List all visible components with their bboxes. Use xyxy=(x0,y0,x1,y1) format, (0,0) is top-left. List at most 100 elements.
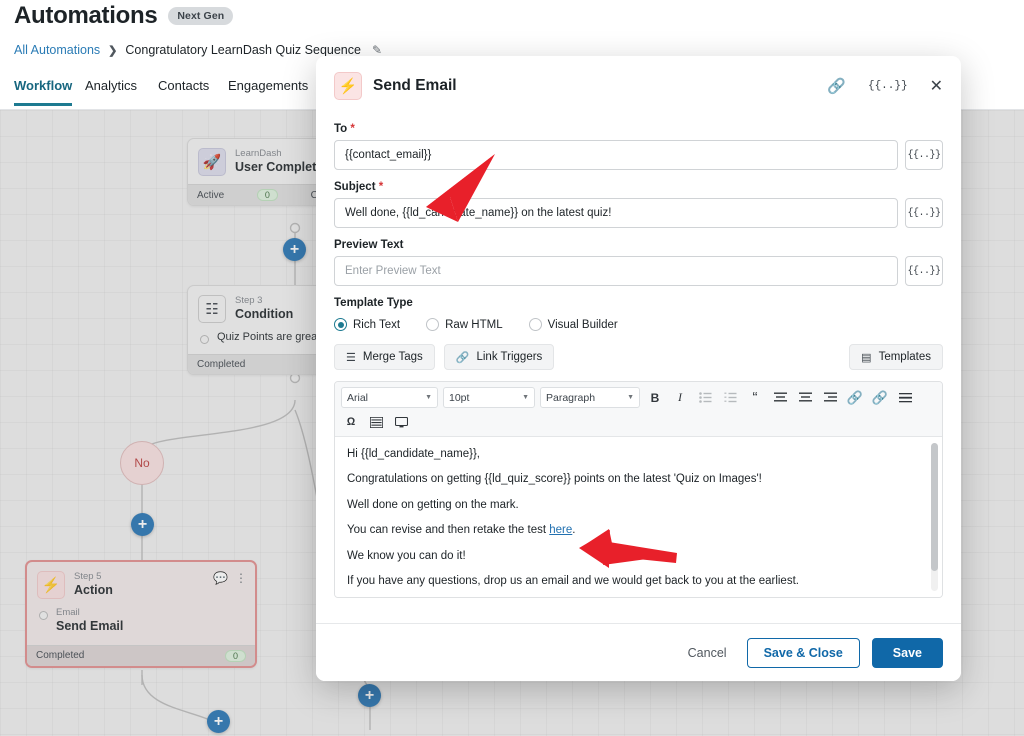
breadcrumb-current: Congratulatory LearnDash Quiz Sequence xyxy=(125,43,361,57)
close-icon[interactable]: ✕ xyxy=(930,76,943,96)
chevron-down-icon: ▼ xyxy=(627,394,634,401)
link-icon[interactable]: 🔗 xyxy=(827,77,846,95)
radio-raw-html[interactable]: Raw HTML xyxy=(426,318,503,331)
bolt-icon: ⚡ xyxy=(334,72,362,100)
chevron-down-icon: ▼ xyxy=(522,394,529,401)
to-field-label: To * xyxy=(334,123,943,135)
line-prefix: You can revise and then retake the test xyxy=(347,524,550,537)
preview-text-input[interactable]: Enter Preview Text xyxy=(334,256,898,286)
editor-action-strip: ☰ Merge Tags 🔗 Link Triggers ▤ Templates xyxy=(334,344,943,370)
link-triggers-button[interactable]: 🔗 Link Triggers xyxy=(443,344,555,370)
radio-label: Rich Text xyxy=(353,318,401,331)
save-close-button[interactable]: Save & Close xyxy=(746,637,860,668)
editor-toolbar-row-1: Arial ▼ 10pt ▼ Paragraph ▼ B I “ 🔗 🔗 xyxy=(341,387,936,408)
font-family-select[interactable]: Arial ▼ xyxy=(341,387,438,408)
app-root: Automations Next Gen All Automations ❯ C… xyxy=(0,0,1024,736)
line-suffix: . xyxy=(572,524,576,537)
templates-label: Templates xyxy=(878,351,931,363)
modal-title: Send Email xyxy=(373,77,457,94)
preview-text-field-row: Enter Preview Text {{..}} xyxy=(334,256,943,286)
breadcrumb-all-automations[interactable]: All Automations xyxy=(14,43,100,57)
chevron-right-icon: ❯ xyxy=(108,44,118,57)
radio-label: Raw HTML xyxy=(445,318,503,331)
bold-icon[interactable]: B xyxy=(645,388,665,408)
email-body-line: We know you can do it! xyxy=(347,549,466,562)
font-size-select[interactable]: 10pt ▼ xyxy=(443,387,535,408)
link-icon: 🔗 xyxy=(455,351,470,364)
subject-input[interactable]: Well done, {{ld_candidate_name}} on the … xyxy=(334,198,898,228)
merge-tags-icon: ☰ xyxy=(346,351,356,364)
bullet-list-icon[interactable] xyxy=(695,388,715,408)
editor-scrollbar-thumb[interactable] xyxy=(931,443,938,571)
editor-toolbar: Arial ▼ 10pt ▼ Paragraph ▼ B I “ 🔗 🔗 Ω xyxy=(335,382,942,437)
required-marker: * xyxy=(347,123,355,135)
save-button[interactable]: Save xyxy=(871,637,943,668)
radio-indicator xyxy=(334,318,347,331)
radio-indicator xyxy=(426,318,440,331)
unlink-icon[interactable]: 🔗 xyxy=(870,388,890,408)
block-format-select[interactable]: Paragraph ▼ xyxy=(540,387,640,408)
to-input[interactable]: {{contact_email}} xyxy=(334,140,898,170)
font-family-value: Arial xyxy=(347,391,369,404)
next-gen-badge: Next Gen xyxy=(168,7,234,25)
subject-merge-tag-button[interactable]: {{..}} xyxy=(905,198,943,228)
merge-tags-button[interactable]: ☰ Merge Tags xyxy=(334,344,435,370)
templates-icon: ▤ xyxy=(861,351,872,364)
merge-tags-label: Merge Tags xyxy=(362,351,423,363)
email-body-line: Congratulations on getting {{ld_quiz_sco… xyxy=(347,473,762,486)
tab-engagements[interactable]: Engagements xyxy=(228,78,308,103)
subject-field-row: Well done, {{ld_candidate_name}} on the … xyxy=(334,198,943,228)
tab-contacts[interactable]: Contacts xyxy=(158,78,209,103)
tab-workflow[interactable]: Workflow xyxy=(14,78,73,106)
pencil-icon[interactable]: ✎ xyxy=(372,43,382,57)
title-row: Automations Next Gen xyxy=(14,2,234,30)
modal-footer: Cancel Save & Close Save xyxy=(316,623,961,681)
link-triggers-label: Link Triggers xyxy=(476,351,543,363)
email-body-line: Hi {{ld_candidate_name}}, xyxy=(347,448,480,460)
preview-icon[interactable] xyxy=(391,412,411,432)
subject-field-label: Subject * xyxy=(334,181,943,193)
email-body-line: Well done on getting on the mark. xyxy=(347,498,519,511)
font-size-value: 10pt xyxy=(449,391,470,404)
templates-button[interactable]: ▤ Templates xyxy=(849,344,943,370)
radio-visual-builder[interactable]: Visual Builder xyxy=(528,318,618,331)
to-merge-tag-button[interactable]: {{..}} xyxy=(905,140,943,170)
template-type-label: Template Type xyxy=(334,297,413,309)
page-title: Automations xyxy=(14,2,158,29)
italic-icon[interactable]: I xyxy=(670,388,690,408)
preview-text-field-label: Preview Text xyxy=(334,239,404,251)
breadcrumb: All Automations ❯ Congratulatory LearnDa… xyxy=(14,43,382,57)
to-field-row: {{contact_email}} {{..}} xyxy=(334,140,943,170)
horizontal-rule-icon[interactable] xyxy=(895,388,915,408)
editor-toolbar-row-2: Ω xyxy=(341,412,936,432)
editor-content-area[interactable]: Hi {{ld_candidate_name}}, Congratulation… xyxy=(335,437,942,597)
align-right-icon[interactable] xyxy=(820,388,840,408)
align-left-icon[interactable] xyxy=(770,388,790,408)
numbered-list-icon[interactable] xyxy=(720,388,740,408)
retake-test-link[interactable]: here xyxy=(549,524,572,536)
preview-text-merge-tag-button[interactable]: {{..}} xyxy=(905,256,943,286)
block-format-value: Paragraph xyxy=(546,391,596,404)
modal-header-actions: 🔗 {{..}} ✕ xyxy=(827,76,943,96)
radio-label: Visual Builder xyxy=(547,318,618,331)
modal-header: ⚡ Send Email 🔗 {{..}} ✕ xyxy=(316,56,961,106)
radio-rich-text[interactable]: Rich Text xyxy=(334,318,400,331)
email-body-line: If you have any questions, drop us an em… xyxy=(347,574,799,587)
align-center-icon[interactable] xyxy=(795,388,815,408)
cancel-button[interactable]: Cancel xyxy=(680,646,735,660)
insert-link-icon[interactable]: 🔗 xyxy=(845,388,865,408)
send-email-modal: ⚡ Send Email 🔗 {{..}} ✕ To * {{contact_e… xyxy=(316,56,961,681)
to-label-text: To xyxy=(334,123,348,135)
insert-table-icon[interactable] xyxy=(366,412,386,432)
subject-label-text: Subject xyxy=(334,181,376,193)
blockquote-icon[interactable]: “ xyxy=(745,388,765,408)
chevron-down-icon: ▼ xyxy=(425,394,432,401)
special-character-icon[interactable]: Ω xyxy=(341,412,361,432)
rich-text-editor: Arial ▼ 10pt ▼ Paragraph ▼ B I “ 🔗 🔗 Ω H… xyxy=(334,381,943,598)
merge-tag-icon[interactable]: {{..}} xyxy=(868,80,908,92)
tab-analytics[interactable]: Analytics xyxy=(85,78,137,103)
radio-indicator xyxy=(528,318,542,331)
editor-scrollbar[interactable] xyxy=(931,443,938,591)
modal-body: To * {{contact_email}} {{..}} Subject * … xyxy=(316,106,961,623)
email-body-line-with-link: You can revise and then retake the test … xyxy=(347,523,930,537)
